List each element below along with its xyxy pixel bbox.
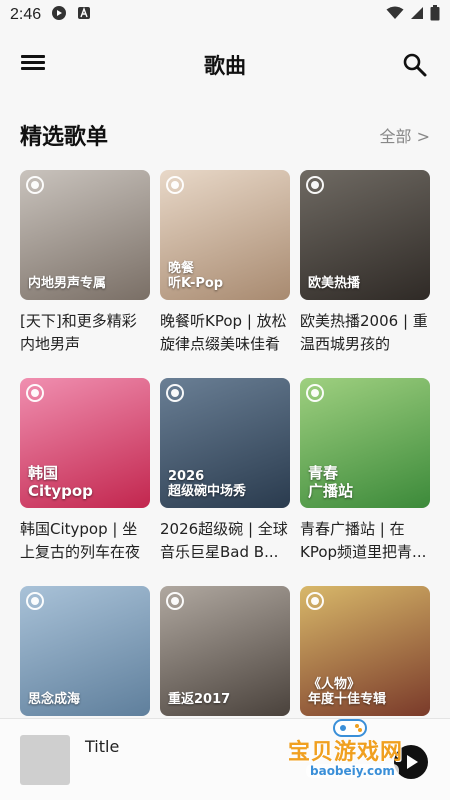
playlist-caption: 2026超级碗 | 全球音乐巨星Bad B... <box>160 520 288 561</box>
cover-overlay-text: 思念成海 <box>28 692 81 708</box>
playlist-cover: 《人物》 年度十佳专辑 <box>300 586 430 716</box>
netease-logo-icon <box>166 176 184 194</box>
playlist-cover: 重返2017 <box>160 586 290 716</box>
playlist-caption: 欧美热播2006 | 重温西城男孩的love... <box>300 312 428 353</box>
playlist-caption: 晚餐听KPop | 放松旋律点缀美味佳肴 <box>160 312 287 353</box>
watermark-logo: 宝贝游戏网 baobeiy.com <box>278 719 428 792</box>
netease-logo-icon <box>306 176 324 194</box>
playlist-card[interactable]: 晚餐 听K-Pop 晚餐听KPop | 放松旋律点缀美味佳肴 <box>160 170 290 356</box>
cover-overlay-text: 韩国 Citypop <box>28 464 93 500</box>
netease-logo-icon <box>26 176 44 194</box>
playlist-cover: 韩国 Citypop <box>20 378 150 508</box>
playlist-caption: [天下]和更多精彩内地男声 <box>20 312 137 353</box>
playlist-cover: 欧美热播 <box>300 170 430 300</box>
battery-icon <box>430 5 440 25</box>
search-icon[interactable] <box>402 52 428 78</box>
media-icon <box>51 5 67 25</box>
player-thumbnail <box>20 735 70 785</box>
watermark-url: baobeiy.com <box>306 764 399 778</box>
playlist-cover: 内地男声专属 <box>20 170 150 300</box>
netease-logo-icon <box>166 384 184 402</box>
playlist-card[interactable]: 韩国 Citypop 韩国Citypop | 坐上复古的列车在夜晚... <box>20 378 150 564</box>
netease-logo-icon <box>306 592 324 610</box>
signal-icon <box>410 6 424 24</box>
netease-logo-icon <box>26 592 44 610</box>
playlist-cover: 晚餐 听K-Pop <box>160 170 290 300</box>
page-title: 歌曲 <box>204 54 246 78</box>
netease-logo-icon <box>26 384 44 402</box>
section-header: 精选歌单 全部 > <box>20 118 430 152</box>
playlist-cover: 2026 超级碗中场秀 <box>160 378 290 508</box>
netease-logo-icon <box>306 384 324 402</box>
playlist-card[interactable]: 2026 超级碗中场秀 2026超级碗 | 全球音乐巨星Bad B... <box>160 378 290 564</box>
playlist-cover: 青春 广播站 <box>300 378 430 508</box>
app-bar: 歌曲 <box>0 30 450 100</box>
status-time: 2:46 <box>10 6 42 23</box>
wifi-icon <box>386 6 404 24</box>
player-title: Title <box>85 737 120 756</box>
cover-overlay-text: 内地男声专属 <box>28 276 107 292</box>
playlist-caption: 韩国Citypop | 坐上复古的列车在夜晚... <box>20 520 141 561</box>
cover-overlay-text: 欧美热播 <box>308 276 361 292</box>
view-all-link[interactable]: 全部 > <box>380 123 431 147</box>
playlist-caption: 青春广播站 | 在KPop频道里把青... <box>300 520 427 561</box>
playlist-card[interactable]: 内地男声专属 [天下]和更多精彩内地男声 <box>20 170 150 356</box>
playlist-card[interactable]: 青春 广播站青春广播站 | 在KPop频道里把青... <box>300 378 430 564</box>
menu-icon[interactable] <box>20 52 48 78</box>
cover-overlay-text: 2026 超级碗中场秀 <box>168 468 247 500</box>
watermark-text: 宝贝游戏网 <box>288 740 404 765</box>
playlist-cover: 思念成海 <box>20 586 150 716</box>
cover-overlay-text: 晚餐 听K-Pop <box>168 260 224 292</box>
cover-overlay-text: 青春 广播站 <box>308 464 354 500</box>
status-bar: 2:46 <box>0 0 450 30</box>
netease-logo-icon <box>166 592 184 610</box>
app-notification-icon <box>77 6 91 24</box>
screen: 2:46 歌曲 精选歌单 全部 > 内地男声专属 [天下]和更多精彩内地男声 晚… <box>0 0 450 800</box>
section-title: 精选歌单 <box>20 125 109 150</box>
playlist-card[interactable]: 欧美热播欧美热播2006 | 重温西城男孩的love... <box>300 170 430 356</box>
status-right <box>386 5 440 25</box>
cover-overlay-text: 重返2017 <box>168 692 231 708</box>
cover-overlay-text: 《人物》 年度十佳专辑 <box>308 676 387 708</box>
